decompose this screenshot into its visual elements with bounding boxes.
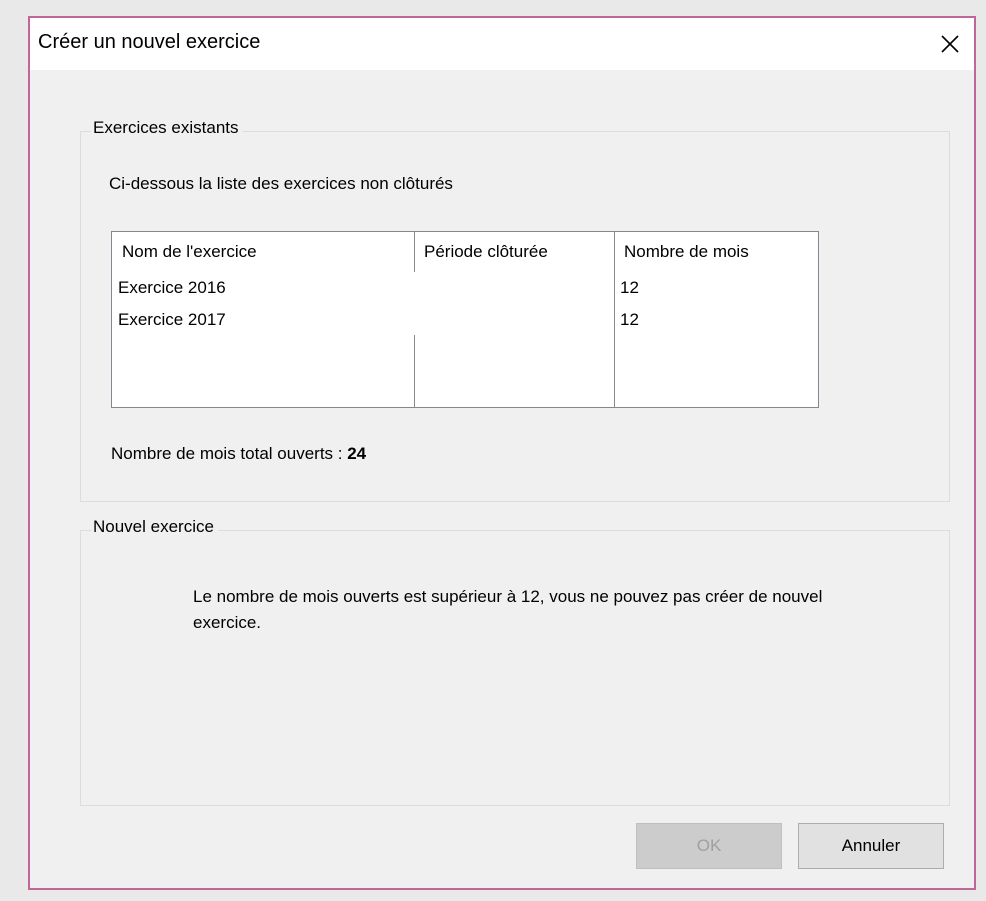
new-exercise-message: Le nombre de mois ouverts est supérieur … [193, 587, 823, 632]
total-open-months: Nombre de mois total ouverts : 24 [111, 444, 366, 464]
table-row[interactable]: Exercice 2016 12 [112, 272, 818, 304]
ok-button[interactable]: OK [636, 823, 782, 869]
column-separator[interactable] [414, 232, 415, 272]
column-header-name[interactable]: Nom de l'exercice [122, 242, 257, 262]
total-open-months-label: Nombre de mois total ouverts : [111, 444, 348, 463]
row-name-cell: Exercice 2016 [118, 278, 226, 297]
close-icon [941, 35, 959, 53]
row-name-cell: Exercice 2017 [118, 310, 226, 329]
total-open-months-value: 24 [347, 444, 367, 463]
dialog-title: Créer un nouvel exercice [38, 31, 261, 53]
exercises-list[interactable]: Nom de l'exercice Période clôturée Nombr… [111, 231, 819, 408]
existing-exercises-group: Exercices existants Ci-dessous la liste … [80, 118, 950, 502]
list-header: Nom de l'exercice Période clôturée Nombr… [112, 232, 818, 272]
row-months-cell: 12 [620, 310, 639, 329]
column-separator [614, 335, 615, 407]
title-bar: Créer un nouvel exercice [30, 18, 974, 70]
new-exercise-group: Nouvel exercice Le nombre de mois ouvert… [80, 517, 950, 806]
row-months-cell: 12 [620, 278, 639, 297]
column-header-period[interactable]: Période clôturée [424, 242, 548, 262]
column-header-months[interactable]: Nombre de mois [624, 242, 749, 262]
close-button[interactable] [926, 18, 974, 70]
existing-exercises-legend: Exercices existants [91, 118, 243, 138]
new-exercise-legend: Nouvel exercice [91, 517, 218, 537]
column-separator [414, 335, 415, 407]
existing-exercises-description: Ci-dessous la liste des exercices non cl… [109, 174, 453, 193]
column-separator[interactable] [614, 232, 615, 272]
create-exercise-dialog: Créer un nouvel exercice Exercices exist… [28, 16, 976, 890]
table-row[interactable]: Exercice 2017 12 [112, 304, 818, 336]
cancel-button[interactable]: Annuler [798, 823, 944, 869]
